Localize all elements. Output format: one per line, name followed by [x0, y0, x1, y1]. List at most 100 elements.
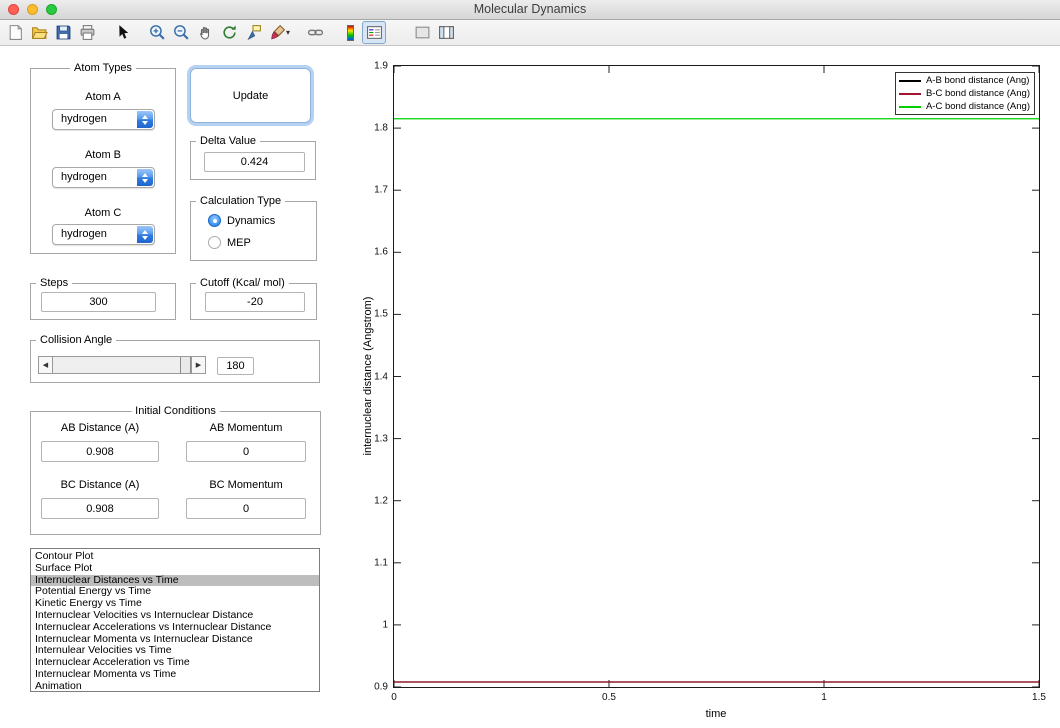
open-file-button[interactable] — [27, 21, 51, 44]
figure-content: Atom Types Atom A hydrogen Atom B hydrog… — [0, 46, 1060, 728]
collision-angle-panel: Collision Angle ◀ ▶ — [30, 334, 320, 383]
y-tick-label: 1 — [382, 619, 388, 631]
initial-conditions-panel: Initial Conditions AB Distance (A) AB Mo… — [30, 405, 321, 535]
slider-track[interactable] — [53, 357, 191, 373]
panel-title: Delta Value — [196, 135, 261, 147]
y-tick-label: 1.7 — [374, 184, 388, 196]
slider-left-arrow[interactable]: ◀ — [39, 357, 53, 373]
panel-title: Collision Angle — [36, 334, 117, 346]
show-plot-tools-button[interactable] — [434, 21, 458, 44]
app-window: Molecular Dynamics ▾ Atom Types Atom A h… — [0, 0, 1060, 728]
save-icon — [56, 25, 70, 40]
radio-mep[interactable]: MEP — [208, 236, 251, 249]
radio-dynamics[interactable]: Dynamics — [208, 214, 275, 227]
hide-plot-tools-button[interactable] — [410, 21, 434, 44]
plot-svg — [394, 66, 1039, 687]
bc-momentum-field[interactable] — [186, 498, 306, 519]
slider-right-arrow[interactable]: ▶ — [191, 357, 205, 373]
popup-value: hydrogen — [61, 228, 107, 240]
radio-label: Dynamics — [227, 214, 276, 227]
legend-entry: A-B bond distance (Ang) — [898, 74, 1030, 87]
rotate-3d-button[interactable] — [217, 21, 241, 44]
plot-axes[interactable]: A-B bond distance (Ang) B-C bond distance… — [393, 65, 1040, 688]
legend-label: B-C bond distance (Ang) — [925, 88, 1030, 99]
data-cursor-button[interactable] — [241, 21, 265, 44]
printer-icon — [80, 25, 94, 40]
legend-line-sample — [898, 92, 921, 95]
bc-distance-field[interactable] — [41, 498, 159, 519]
x-tick-label: 0.5 — [602, 692, 616, 703]
x-tick-label: 0 — [391, 692, 397, 703]
popup-value: hydrogen — [61, 113, 107, 125]
hide-plot-tools-icon — [415, 26, 429, 39]
popup-stepper-icon — [137, 226, 153, 243]
collision-angle-slider[interactable]: ◀ ▶ — [38, 356, 206, 374]
atom-c-label: Atom C — [84, 207, 122, 219]
new-figure-button[interactable] — [3, 21, 27, 44]
pan-button[interactable] — [193, 21, 217, 44]
panel-title: Steps — [36, 277, 73, 289]
open-folder-icon — [31, 27, 48, 39]
update-button[interactable]: Update — [190, 68, 311, 123]
list-item[interactable]: Internuclear Accelerations vs Internucle… — [31, 621, 319, 634]
new-figure-icon — [9, 25, 22, 40]
legend-icon — [366, 26, 382, 39]
pointer-arrow-icon — [118, 25, 128, 39]
print-figure-button[interactable] — [75, 21, 99, 44]
cutoff-field[interactable] — [205, 292, 305, 312]
y-tick-label: 1.9 — [374, 60, 388, 72]
save-figure-button[interactable] — [51, 21, 75, 44]
link-plot-button[interactable] — [303, 21, 327, 44]
delta-value-panel: Delta Value — [190, 135, 316, 180]
list-item[interactable]: Internuclear Velocities vs Internuclear … — [31, 609, 319, 622]
popup-value: hydrogen — [61, 171, 107, 183]
legend-line-sample — [898, 105, 921, 108]
edit-plot-button[interactable] — [110, 21, 134, 44]
atom-c-select[interactable]: hydrogen — [52, 224, 155, 245]
insert-colorbar-button[interactable] — [338, 21, 362, 44]
atom-a-select[interactable]: hydrogen — [52, 109, 155, 130]
y-tick-label: 1.1 — [374, 557, 388, 569]
legend-label: A-C bond distance (Ang) — [925, 101, 1030, 112]
legend-line-sample — [898, 79, 921, 82]
steps-field[interactable] — [41, 292, 156, 312]
insert-legend-button[interactable] — [362, 21, 387, 44]
ab-momentum-field[interactable] — [186, 441, 306, 462]
hand-pan-icon — [199, 26, 209, 40]
y-axis-label: internuclear distance (Angstrom) — [362, 296, 374, 456]
bc-distance-label: BC Distance (A) — [60, 479, 140, 491]
y-tick-label: 1.8 — [374, 122, 388, 134]
list-item[interactable]: Surface Plot — [31, 562, 319, 575]
brush-icon — [270, 24, 285, 40]
x-tick-label: 1 — [821, 692, 827, 703]
y-tick-label: 1.4 — [374, 371, 388, 382]
chain-link-icon — [307, 29, 323, 36]
radio-label: MEP — [227, 236, 251, 249]
plot-type-listbox[interactable]: Contour Plot Surface Plot Internuclear Dis… — [30, 548, 320, 692]
y-tick-label: 0.9 — [374, 681, 388, 693]
ab-distance-field[interactable] — [41, 441, 159, 462]
brush-dropdown-caret[interactable]: ▾ — [286, 28, 290, 37]
legend-label: A-B bond distance (Ang) — [925, 75, 1030, 86]
zoom-in-icon — [149, 25, 165, 40]
titlebar: Molecular Dynamics — [0, 0, 1060, 20]
zoom-out-button[interactable] — [169, 21, 193, 44]
plot-legend[interactable]: A-B bond distance (Ang) B-C bond distance… — [894, 72, 1035, 115]
delta-value-field[interactable] — [204, 152, 305, 172]
atom-b-select[interactable]: hydrogen — [52, 167, 155, 188]
slider-thumb[interactable] — [180, 357, 191, 373]
y-tick-label: 1.2 — [374, 495, 388, 507]
zoom-in-button[interactable] — [145, 21, 169, 44]
zoom-out-icon — [173, 25, 189, 40]
list-item[interactable]: Animation — [31, 680, 319, 691]
list-item[interactable]: Internuclear Momenta vs Time — [31, 668, 319, 681]
y-tick-label: 1.6 — [374, 246, 388, 258]
ab-distance-label: AB Distance (A) — [60, 422, 140, 434]
bc-momentum-label: BC Momentum — [209, 479, 283, 491]
panel-title: Cutoff (Kcal/ mol) — [196, 277, 289, 289]
cutoff-panel: Cutoff (Kcal/ mol) — [190, 277, 317, 320]
radio-icon — [208, 214, 221, 227]
collision-angle-field[interactable] — [217, 357, 254, 375]
y-tick-label: 1.5 — [374, 308, 388, 320]
popup-stepper-icon — [137, 111, 153, 128]
